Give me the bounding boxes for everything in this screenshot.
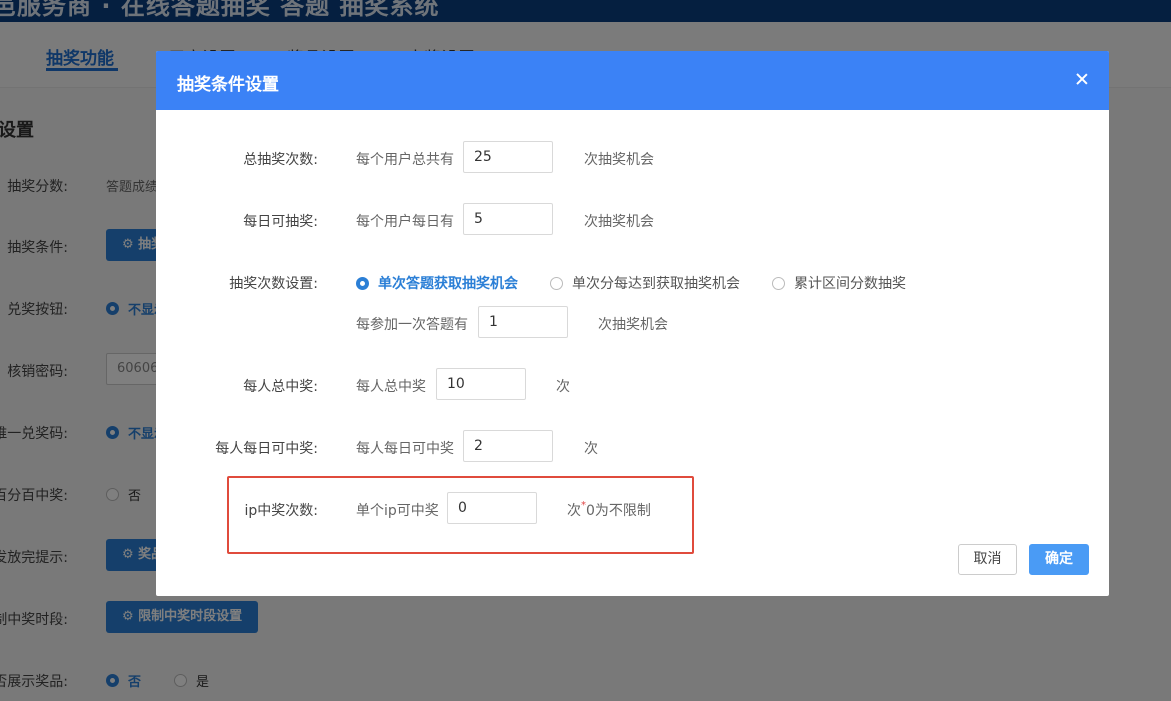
daily-draws-suffix: 次抽奖机会 (584, 214, 654, 230)
per-answer-input[interactable] (478, 306, 568, 338)
highlight-annotation (227, 476, 694, 554)
cancel-button[interactable]: 取消 (958, 544, 1017, 575)
total-wins-suffix: 次 (556, 379, 570, 395)
total-wins-label: 每人总中奖: (243, 379, 318, 395)
daily-draws-input[interactable] (463, 203, 553, 235)
radio-dot (356, 276, 369, 290)
close-icon[interactable] (1073, 70, 1091, 88)
total-draws-suffix: 次抽奖机会 (584, 152, 654, 168)
per-answer-prefix: 每参加一次答题有 (356, 317, 468, 333)
total-draws-input[interactable] (463, 141, 553, 173)
daily-wins-label: 每人每日可中奖: (215, 441, 318, 457)
radio-single-answer[interactable]: 单次答题获取抽奖机会 (356, 273, 518, 293)
dialog-title: 抽奖条件设置 (177, 75, 279, 95)
daily-wins-suffix: 次 (584, 441, 598, 457)
radio-dot (772, 276, 785, 290)
total-wins-input[interactable] (436, 368, 526, 400)
daily-wins-input[interactable] (463, 430, 553, 462)
total-wins-prefix: 每人总中奖 (356, 379, 426, 395)
confirm-button[interactable]: 确定 (1029, 544, 1089, 575)
radio-dot (550, 276, 563, 290)
radio-cumulative-range[interactable]: 累计区间分数抽奖 (772, 273, 906, 293)
total-draws-prefix: 每个用户总共有 (356, 152, 454, 168)
daily-wins-prefix: 每人每日可中奖 (356, 441, 454, 457)
radio-score-reached[interactable]: 单次分每达到获取抽奖机会 (550, 273, 740, 293)
daily-draws-prefix: 每个用户每日有 (356, 214, 454, 230)
draw-setting-label: 抽奖次数设置: (229, 276, 318, 292)
per-answer-suffix: 次抽奖机会 (598, 317, 668, 333)
dialog-header: 抽奖条件设置 (156, 51, 1109, 110)
daily-draws-label: 每日可抽奖: (243, 214, 318, 230)
total-draws-label: 总抽奖次数: (243, 152, 318, 168)
